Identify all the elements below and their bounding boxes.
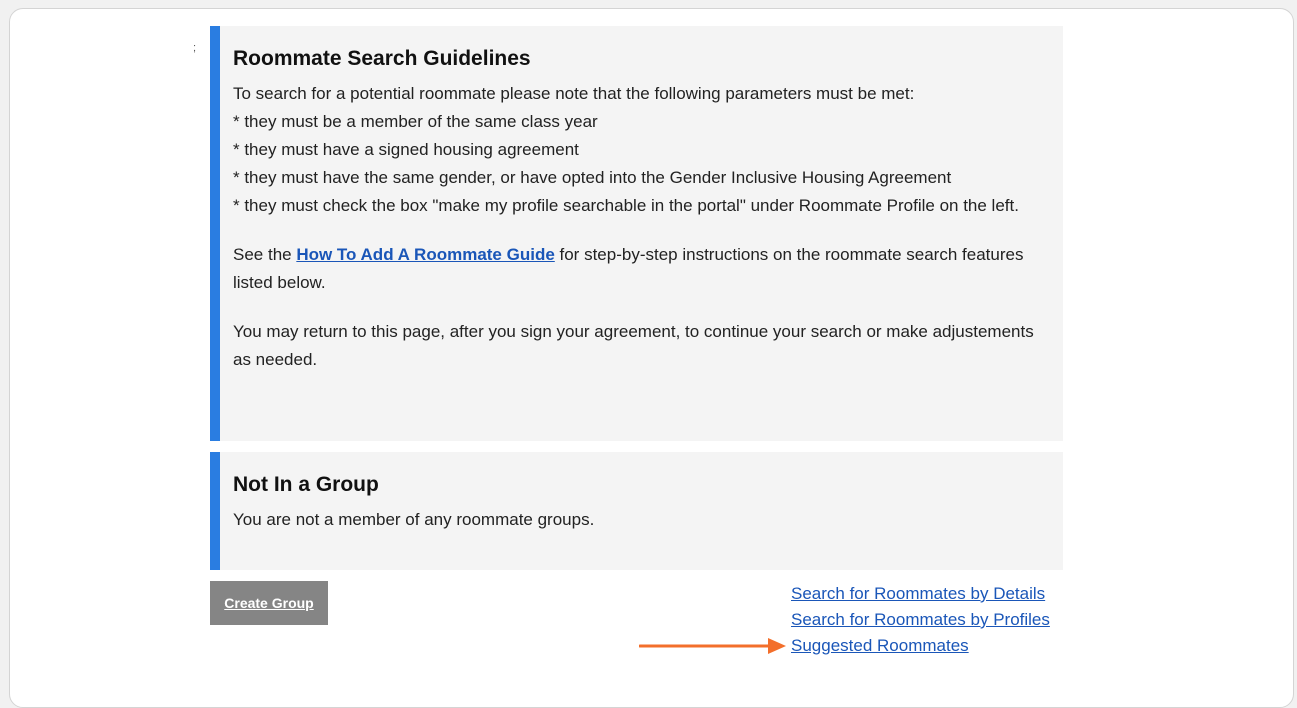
search-by-details-link[interactable]: Search for Roommates by Details — [791, 581, 1091, 607]
rule-housing-agreement: * they must have a signed housing agreem… — [233, 140, 579, 159]
group-status-panel: Not In a Group You are not a member of a… — [210, 452, 1063, 570]
return-note: You may return to this page, after you s… — [233, 322, 1034, 369]
roommate-search-links: Search for Roommates by Details Search f… — [791, 581, 1091, 659]
guidelines-panel: Roommate Search Guidelines To search for… — [210, 26, 1063, 441]
rule-class-year: * they must be a member of the same clas… — [233, 112, 598, 131]
guide-prefix: See the — [233, 245, 297, 264]
annotation-arrow-icon — [639, 638, 786, 654]
rule-gender: * they must have the same gender, or hav… — [233, 168, 952, 187]
roommate-guide-link[interactable]: How To Add A Roommate Guide — [296, 245, 554, 264]
rule-searchable-profile: * they must check the box "make my profi… — [233, 196, 1019, 215]
suggested-roommates-link[interactable]: Suggested Roommates — [791, 633, 1091, 659]
group-status-title: Not In a Group — [233, 473, 379, 496]
guide-paragraph: See the How To Add A Roommate Guide for … — [233, 241, 1053, 297]
create-group-button[interactable]: Create Group — [210, 581, 328, 625]
guidelines-intro: To search for a potential roommate pleas… — [233, 84, 915, 103]
stray-mark: ; — [193, 42, 197, 54]
group-status-message: You are not a member of any roommate gro… — [233, 510, 595, 529]
guidelines-title: Roommate Search Guidelines — [233, 47, 531, 70]
search-by-profiles-link[interactable]: Search for Roommates by Profiles — [791, 607, 1091, 633]
